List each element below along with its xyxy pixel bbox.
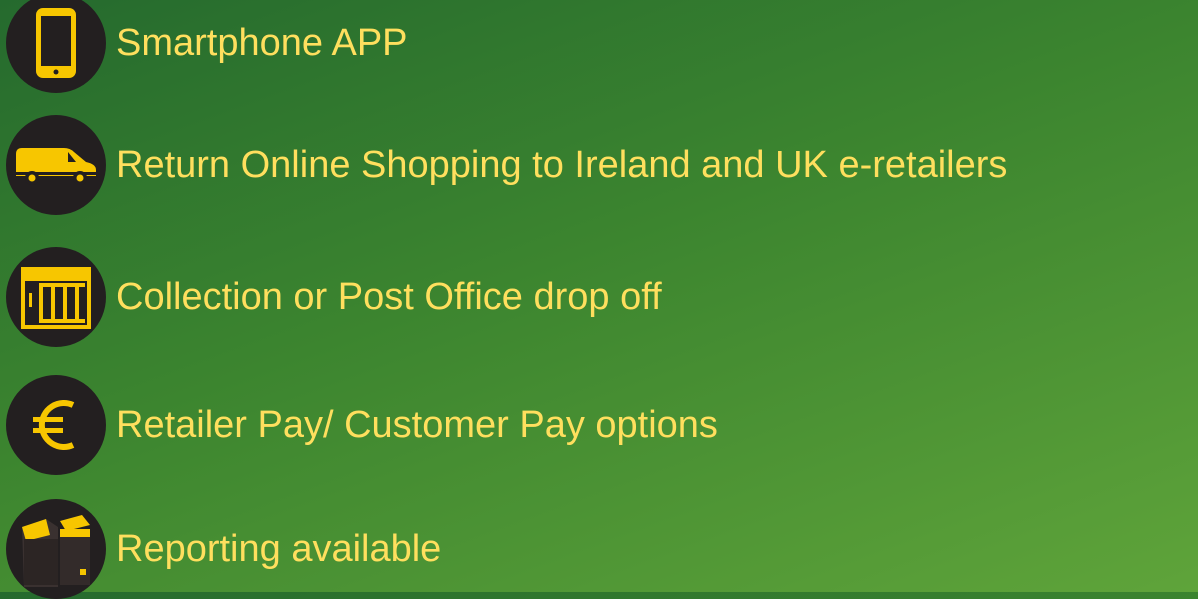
feature-smartphone-app: Smartphone APP [6,0,408,93]
van-icon [16,148,96,185]
parcel-boxes-icon [22,515,90,587]
feature-collection-drop-off: Collection or Post Office drop off [6,247,662,347]
euro-icon [33,400,75,450]
shop-front-icon-badge [6,247,106,347]
feature-list: Smartphone APP Return Online Shopping to… [6,0,1196,599]
shop-front-icon [21,267,91,329]
smartphone-icon [36,8,76,78]
feature-payment-options: Retailer Pay/ Customer Pay options [6,375,718,475]
parcel-boxes-icon-badge [6,499,106,599]
smartphone-icon-badge [6,0,106,93]
van-icon-badge [6,115,106,215]
feature-label: Smartphone APP [116,22,408,64]
feature-label: Return Online Shopping to Ireland and UK… [116,144,1008,186]
euro-icon-badge [6,375,106,475]
feature-return-online-shopping: Return Online Shopping to Ireland and UK… [6,115,1007,215]
feature-label: Collection or Post Office drop off [116,276,662,318]
feature-label: Retailer Pay/ Customer Pay options [116,404,718,446]
feature-reporting: Reporting available [6,499,441,599]
feature-label: Reporting available [116,528,442,570]
